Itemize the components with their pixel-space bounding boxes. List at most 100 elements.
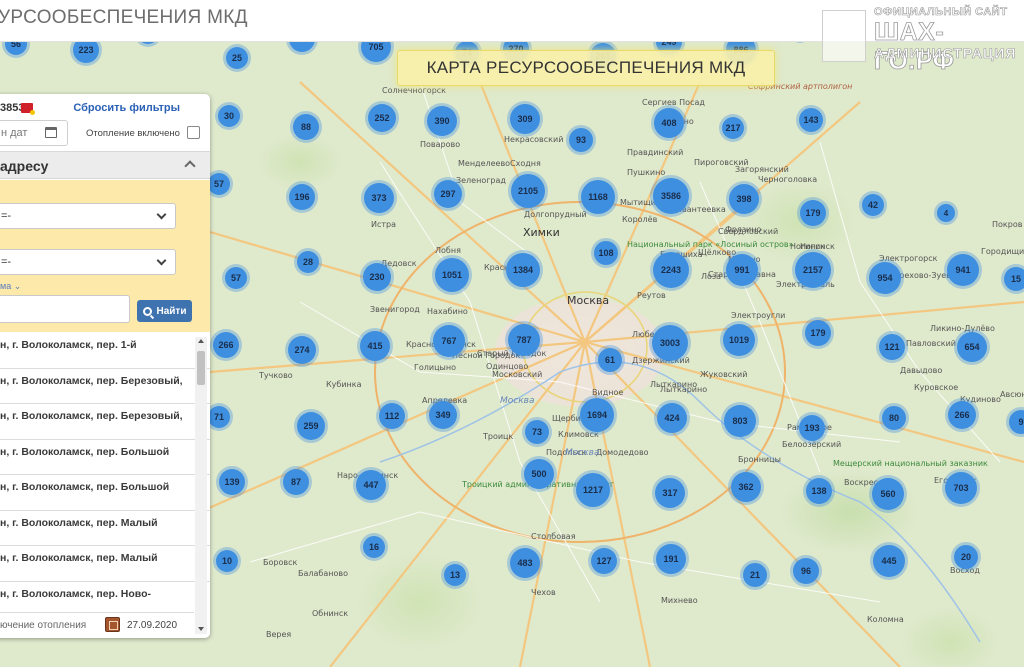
marker-cluster[interactable]: 297 <box>434 180 462 208</box>
marker-cluster[interactable]: 193 <box>799 415 825 441</box>
address-list-item[interactable]: н, г. Волоколамск, пер. Березовый, <box>0 404 210 440</box>
marker-cluster[interactable]: 21 <box>743 563 767 587</box>
marker-cluster[interactable]: 349 <box>429 401 457 429</box>
marker-cluster[interactable]: 1694 <box>580 398 614 432</box>
marker-cluster[interactable]: 266 <box>948 401 976 429</box>
marker-cluster[interactable]: 1217 <box>576 473 610 507</box>
marker-cluster[interactable]: 317 <box>655 478 685 508</box>
marker-cluster[interactable]: 15 <box>1004 267 1024 291</box>
marker-cluster[interactable]: 991 <box>726 254 758 286</box>
address-list-item[interactable]: н, г. Волоколамск, пер. Малый <box>0 511 210 546</box>
marker-cluster[interactable]: 61 <box>598 348 622 372</box>
marker-cluster[interactable]: 424 <box>657 403 687 433</box>
marker-cluster[interactable]: 196 <box>289 184 315 210</box>
marker-cluster[interactable]: 121 <box>879 334 905 360</box>
find-button[interactable]: Найти <box>137 300 192 322</box>
marker-cluster[interactable]: 767 <box>433 325 465 357</box>
address-list-item[interactable]: н, г. Волоколамск, пер. 1-й <box>0 333 210 369</box>
marker-cluster[interactable]: 408 <box>654 108 684 138</box>
marker-cluster[interactable]: 941 <box>947 254 979 286</box>
marker-cluster[interactable]: 2105 <box>511 174 545 208</box>
marker-cluster[interactable]: 143 <box>799 108 823 132</box>
more-options-link[interactable]: ма ⌄ <box>0 281 21 292</box>
marker-cluster[interactable]: 1168 <box>581 180 615 214</box>
marker-cluster[interactable]: 30 <box>218 105 240 127</box>
marker-cluster[interactable]: 138 <box>806 478 832 504</box>
marker-cluster[interactable]: 500 <box>524 459 554 489</box>
marker-cluster[interactable]: 88 <box>293 114 319 140</box>
flag-icon[interactable] <box>21 103 35 115</box>
marker-cluster[interactable]: 1019 <box>723 324 755 356</box>
scroll-thumb[interactable] <box>197 351 205 385</box>
marker-cluster[interactable]: 483 <box>510 548 540 578</box>
heating-on-checkbox[interactable] <box>187 126 200 139</box>
marker-cluster[interactable]: 191 <box>656 544 686 574</box>
marker-cluster[interactable]: 259 <box>297 412 325 440</box>
marker-cluster[interactable]: 954 <box>869 262 901 294</box>
address-list-item[interactable]: н, г. Волоколамск, пер. Ново- <box>0 582 210 614</box>
marker-cluster[interactable]: 252 <box>368 104 396 132</box>
marker-cluster[interactable]: 112 <box>379 403 405 429</box>
marker-cluster[interactable]: 560 <box>872 478 904 510</box>
marker-cluster[interactable]: 96 <box>793 558 819 584</box>
marker-cluster[interactable]: 2157 <box>795 252 831 288</box>
marker-cluster[interactable]: 447 <box>356 470 386 500</box>
marker-cluster[interactable]: 57 <box>208 173 230 195</box>
marker-cluster[interactable]: 127 <box>591 548 617 574</box>
address-section-header[interactable]: адресу <box>0 151 210 179</box>
marker-cluster[interactable]: 108 <box>594 241 618 265</box>
marker-cluster[interactable]: 3586 <box>653 178 689 214</box>
address-search-input[interactable] <box>0 295 130 323</box>
address-list-item[interactable]: н, г. Волоколамск, пер. Большой <box>0 475 210 511</box>
marker-cluster[interactable]: 13 <box>444 564 466 586</box>
marker-cluster[interactable]: 71 <box>208 406 230 428</box>
marker-cluster[interactable]: 87 <box>283 469 309 495</box>
marker-cluster[interactable]: 803 <box>724 405 756 437</box>
marker-cluster[interactable]: 390 <box>427 106 457 136</box>
marker-cluster[interactable]: 20 <box>954 545 978 569</box>
marker-cluster[interactable]: 703 <box>945 472 977 504</box>
marker-cluster[interactable]: 28 <box>297 251 319 273</box>
marker-cluster[interactable]: 16 <box>363 536 385 558</box>
marker-cluster[interactable]: 398 <box>729 184 759 214</box>
address-list-item[interactable]: н, г. Волоколамск, пер. Малый <box>0 546 210 582</box>
marker-cluster[interactable]: 266 <box>213 332 239 358</box>
marker-cluster[interactable]: 309 <box>510 104 540 134</box>
marker-cluster[interactable]: 654 <box>957 332 987 362</box>
marker-cluster[interactable]: 93 <box>569 128 593 152</box>
marker-cluster[interactable]: 139 <box>219 469 245 495</box>
marker-cluster[interactable]: 25 <box>226 47 248 69</box>
reset-filters-link[interactable]: Сбросить фильтры <box>73 102 180 114</box>
settlement-select[interactable]: =- <box>0 249 176 275</box>
marker-cluster[interactable]: 179 <box>800 200 826 226</box>
marker-cluster[interactable]: 10 <box>216 550 238 572</box>
chevron-up-icon[interactable] <box>184 160 196 172</box>
address-list-item[interactable]: н, г. Волоколамск, пер. Большой <box>0 440 210 475</box>
marker-cluster[interactable]: 787 <box>508 324 540 356</box>
marker-cluster[interactable]: 57 <box>225 267 247 289</box>
marker-cluster[interactable]: 362 <box>731 472 761 502</box>
marker-cluster[interactable]: 415 <box>360 331 390 361</box>
marker-cluster[interactable]: 217 <box>722 117 744 139</box>
marker-cluster[interactable]: 179 <box>805 320 831 346</box>
district-select[interactable]: =- <box>0 203 176 229</box>
scroll-down-icon[interactable] <box>198 627 204 631</box>
marker-cluster[interactable]: 1384 <box>506 253 540 287</box>
marker-cluster[interactable]: 445 <box>873 545 905 577</box>
marker-cluster[interactable]: 274 <box>288 336 316 364</box>
address-list-item[interactable]: н, г. Волоколамск, пер. Березовый, <box>0 369 210 404</box>
marker-cluster[interactable]: 3003 <box>652 325 688 361</box>
marker-cluster[interactable]: 73 <box>525 420 549 444</box>
scroll-up-icon[interactable] <box>198 339 204 343</box>
marker-cluster[interactable]: 2243 <box>653 252 689 288</box>
marker-cluster[interactable]: 80 <box>882 406 906 430</box>
marker-cluster[interactable]: 4 <box>937 204 955 222</box>
marker-cluster[interactable]: 1051 <box>435 258 469 292</box>
site-brand[interactable]: ОФИЦИАЛЬНЫЙ САЙТ ШАХ-ГО.РФ АДМИНИСТРАЦИЯ <box>822 4 1018 75</box>
list-scrollbar[interactable] <box>195 337 207 634</box>
marker-cluster[interactable]: 230 <box>363 263 391 291</box>
date-range-field[interactable]: н дат <box>0 120 68 146</box>
calendar-icon[interactable] <box>45 127 57 138</box>
marker-cluster[interactable]: 42 <box>862 194 884 216</box>
marker-cluster[interactable]: 373 <box>364 183 394 213</box>
